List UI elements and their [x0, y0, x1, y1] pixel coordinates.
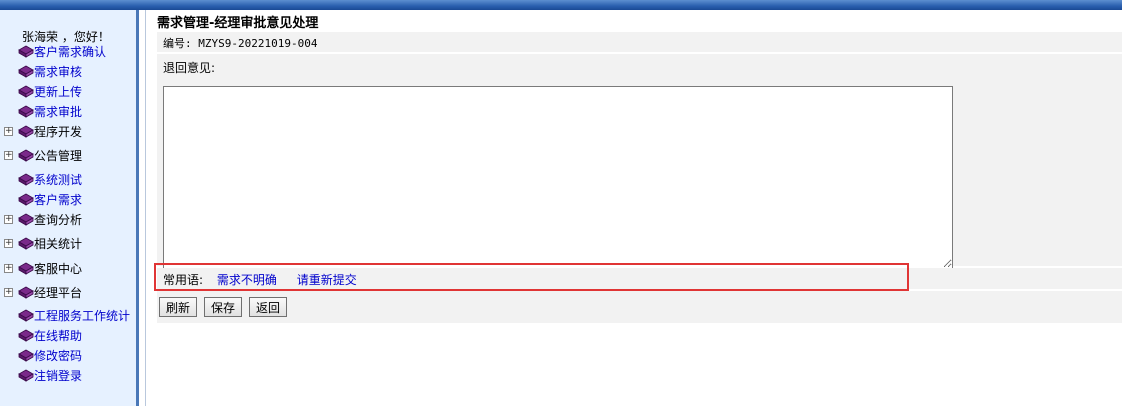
sidebar-item-label[interactable]: 客户需求确认 — [34, 44, 106, 60]
save-button[interactable]: 保存 — [204, 297, 243, 317]
back-button[interactable]: 返回 — [249, 297, 288, 317]
sidebar-item-label[interactable]: 程序开发 — [34, 124, 82, 140]
sidebar-item-label[interactable]: 需求审核 — [34, 64, 82, 80]
book-icon — [18, 45, 34, 58]
sidebar-item-label[interactable]: 系统测试 — [34, 172, 82, 188]
book-icon — [18, 309, 34, 322]
sidebar-item-label[interactable]: 注销登录 — [34, 368, 82, 384]
main-content: 需求管理-经理审批意见处理 编号: MZYS9-20221019-004 退回意… — [147, 10, 1122, 406]
top-banner — [0, 0, 1122, 10]
book-icon — [18, 237, 34, 250]
book-icon — [18, 329, 34, 342]
book-icon — [18, 65, 34, 78]
sidebar: 张海荣 ，您好！ 客户需求确认 需求审核 更新上传 需求审批 + 程序开发 + … — [0, 10, 136, 406]
request-number: 编号: MZYS9-20221019-004 — [163, 37, 318, 50]
sidebar-item-label[interactable]: 查询分析 — [34, 212, 82, 228]
sidebar-item-label[interactable]: 修改密码 — [34, 348, 82, 364]
sidebar-splitter — [139, 10, 146, 406]
sidebar-item-label[interactable]: 更新上传 — [34, 84, 82, 100]
sidebar-item-label[interactable]: 工程服务工作统计 — [34, 308, 130, 324]
expand-plus-icon[interactable]: + — [4, 264, 13, 273]
sidebar-item-label[interactable]: 在线帮助 — [34, 328, 82, 344]
page-title: 需求管理-经理审批意见处理 — [157, 16, 319, 31]
book-icon — [18, 286, 34, 299]
sidebar-item-label[interactable]: 需求审批 — [34, 104, 82, 120]
book-icon — [18, 149, 34, 162]
expand-plus-icon[interactable]: + — [4, 151, 13, 160]
reason-label: 退回意见: — [163, 61, 216, 75]
book-icon — [18, 173, 34, 186]
reason-textarea[interactable] — [163, 86, 953, 269]
refresh-button[interactable]: 刷新 — [159, 297, 198, 317]
greeting-text: 张海荣 ，您好！ — [22, 30, 110, 44]
book-icon — [18, 193, 34, 206]
sidebar-item-label[interactable]: 客服中心 — [34, 261, 82, 277]
action-buttons: 刷新 保存 返回 — [159, 297, 288, 317]
book-icon — [18, 369, 34, 382]
highlight-box — [154, 263, 909, 291]
sidebar-item-label[interactable]: 相关统计 — [34, 236, 82, 252]
book-icon — [18, 213, 34, 226]
expand-plus-icon[interactable]: + — [4, 215, 13, 224]
expand-plus-icon[interactable]: + — [4, 239, 13, 248]
sidebar-item-label[interactable]: 公告管理 — [34, 148, 82, 164]
expand-plus-icon[interactable]: + — [4, 127, 13, 136]
sidebar-item-label[interactable]: 经理平台 — [34, 285, 82, 301]
book-icon — [18, 349, 34, 362]
book-icon — [18, 262, 34, 275]
book-icon — [18, 105, 34, 118]
button-row — [157, 291, 1122, 323]
expand-plus-icon[interactable]: + — [4, 288, 13, 297]
book-icon — [18, 85, 34, 98]
book-icon — [18, 125, 34, 138]
sidebar-item-label[interactable]: 客户需求 — [34, 192, 82, 208]
